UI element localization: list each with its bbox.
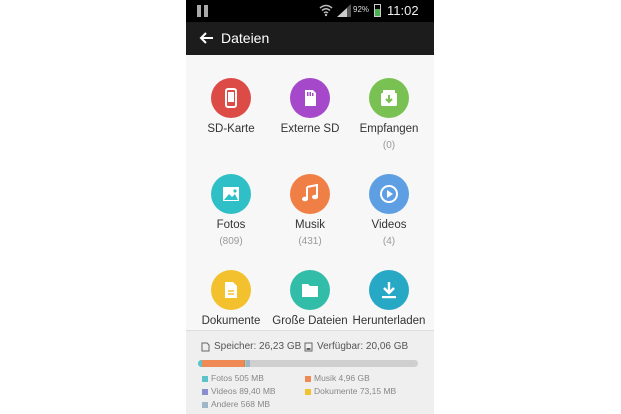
wifi-icon bbox=[319, 4, 333, 17]
category-empfangen[interactable]: Empfangen (0) bbox=[348, 55, 430, 151]
legend-item-fotos: Fotos 505 MB bbox=[202, 373, 264, 383]
category-count: (0) bbox=[382, 140, 396, 151]
legend-swatch bbox=[202, 401, 208, 408]
category-label: Herunterladen bbox=[352, 315, 426, 327]
category-label: Empfangen bbox=[359, 123, 419, 135]
legend-swatch bbox=[202, 388, 208, 395]
battery-percent: 92% bbox=[353, 5, 370, 14]
category-dokumente[interactable]: Dokumente bbox=[190, 247, 272, 337]
phone-icon bbox=[225, 88, 237, 108]
category-count: (809) bbox=[219, 236, 243, 247]
app-bar: Dateien bbox=[186, 22, 434, 55]
category-herunterladen[interactable]: Herunterladen bbox=[348, 247, 430, 337]
category-icon-circle bbox=[369, 270, 409, 310]
clock: 11:02 bbox=[387, 3, 419, 18]
sd-card-icon bbox=[305, 90, 316, 106]
category-icon-circle bbox=[211, 174, 251, 214]
category-musik[interactable]: Musik (431) bbox=[269, 151, 351, 247]
storage-segment-musik bbox=[202, 360, 244, 367]
document-icon bbox=[225, 282, 237, 298]
legend-item-videos: Videos 89,40 MB bbox=[202, 386, 276, 396]
category-count: (4) bbox=[382, 236, 396, 247]
download-icon bbox=[382, 282, 396, 299]
storage-icon bbox=[201, 342, 210, 352]
battery-icon bbox=[374, 4, 381, 17]
category-grosse-dateien[interactable]: Große Dateien bbox=[269, 247, 351, 337]
legend-label: Andere 568 MB bbox=[211, 399, 271, 409]
legend-swatch bbox=[305, 388, 311, 395]
status-bar: 92% 11:02 bbox=[186, 0, 434, 22]
page-title: Dateien bbox=[221, 30, 270, 46]
pause-icon bbox=[197, 5, 209, 17]
storage-available: Verfügbar: 20,06 GB bbox=[317, 341, 409, 352]
category-fotos[interactable]: Fotos (809) bbox=[190, 151, 272, 247]
back-arrow-icon[interactable] bbox=[199, 30, 215, 46]
storage-panel: Speicher: 26,23 GB Verfügbar: 20,06 GB F… bbox=[186, 330, 434, 414]
category-label: Videos bbox=[371, 219, 407, 231]
category-sd-karte[interactable]: SD-Karte bbox=[190, 55, 272, 145]
phone-screen: 92% 11:02 Dateien SD-Karte Externe SD Em… bbox=[186, 0, 434, 414]
available-storage-icon bbox=[304, 342, 313, 352]
category-icon-circle bbox=[290, 174, 330, 214]
legend-swatch bbox=[202, 375, 208, 382]
legend-item-dokumente: Dokumente 73,15 MB bbox=[305, 386, 396, 396]
folder-icon bbox=[302, 284, 318, 297]
legend-item-musik: Musik 4,96 GB bbox=[305, 373, 370, 383]
legend-label: Fotos 505 MB bbox=[211, 373, 264, 383]
signal-icon bbox=[337, 4, 351, 17]
category-icon-circle bbox=[211, 78, 251, 118]
category-externe-sd[interactable]: Externe SD bbox=[269, 55, 351, 145]
category-icon-circle bbox=[290, 78, 330, 118]
music-note-icon bbox=[302, 184, 318, 202]
category-icon-circle bbox=[211, 270, 251, 310]
category-grid: SD-Karte Externe SD Empfangen (0) Fotos … bbox=[186, 55, 434, 330]
category-videos[interactable]: Videos (4) bbox=[348, 151, 430, 247]
legend-item-andere: Andere 568 MB bbox=[202, 399, 270, 409]
category-icon-circle bbox=[369, 78, 409, 118]
legend-label: Musik 4,96 GB bbox=[314, 373, 370, 383]
legend-swatch bbox=[305, 375, 311, 382]
storage-usage-bar bbox=[198, 360, 418, 367]
inbox-download-icon bbox=[381, 90, 397, 106]
storage-total: Speicher: 26,23 GB bbox=[214, 341, 302, 352]
category-icon-circle bbox=[369, 174, 409, 214]
storage-segment-andere bbox=[245, 360, 251, 367]
category-icon-circle bbox=[290, 270, 330, 310]
legend-label: Dokumente 73,15 MB bbox=[314, 386, 397, 396]
category-count: (431) bbox=[298, 236, 322, 247]
legend-label: Videos 89,40 MB bbox=[211, 386, 276, 396]
image-icon bbox=[223, 187, 239, 201]
play-icon bbox=[380, 185, 398, 203]
